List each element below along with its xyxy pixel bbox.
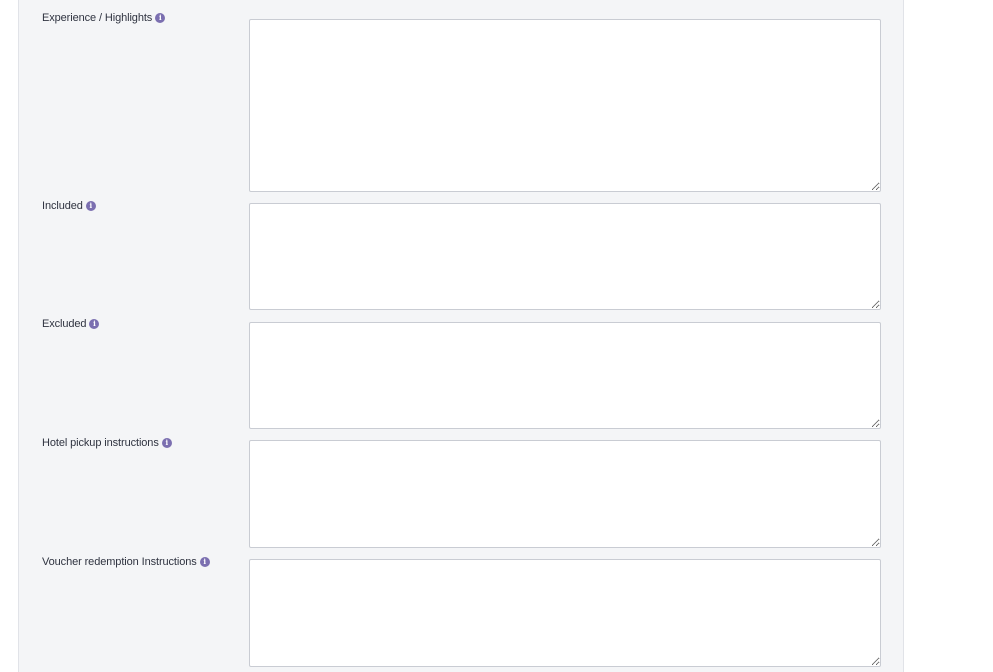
info-icon[interactable]: i [155,13,166,23]
hotel-pickup-instructions-field-wrap [249,440,881,548]
hotel-pickup-instructions-label-text: Hotel pickup instructions [42,437,159,449]
info-icon[interactable]: i [85,201,96,211]
info-icon[interactable]: i [89,319,100,329]
excluded-textarea[interactable] [249,322,881,429]
excluded-label-text: Excluded [42,318,87,330]
hotel-pickup-instructions-textarea[interactable] [249,440,881,548]
included-label: Included i [42,200,96,212]
info-icon[interactable]: i [199,557,210,567]
included-textarea[interactable] [249,203,881,310]
included-field-wrap [249,203,881,310]
voucher-redemption-instructions-label: Voucher redemption Instructions i [42,556,210,568]
experience-highlights-label-text: Experience / Highlights [42,12,153,24]
experience-highlights-textarea[interactable] [249,19,881,192]
voucher-redemption-instructions-label-text: Voucher redemption Instructions [42,556,197,568]
excluded-field-wrap [249,322,881,429]
voucher-redemption-instructions-textarea[interactable] [249,559,881,667]
info-icon[interactable]: i [161,438,172,448]
included-label-text: Included [42,200,83,212]
experience-highlights-field-wrap [249,19,881,192]
excluded-label: Excluded i [42,318,100,330]
voucher-redemption-instructions-field-wrap [249,559,881,667]
experience-highlights-label: Experience / Highlights i [42,12,166,24]
hotel-pickup-instructions-label: Hotel pickup instructions i [42,437,172,449]
